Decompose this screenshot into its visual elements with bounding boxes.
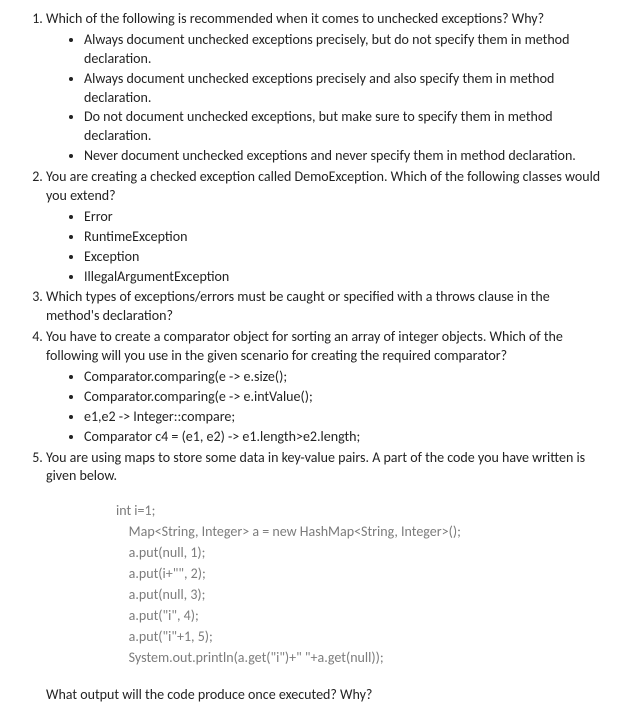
option-item: RuntimeException xyxy=(84,228,601,247)
option-item: Exception xyxy=(84,248,601,267)
option-list: Error RuntimeException Exception Illegal… xyxy=(46,208,601,287)
option-item: Error xyxy=(84,208,601,227)
question-item: You are using maps to store some data in… xyxy=(46,449,601,706)
question-text: You have to create a comparator object f… xyxy=(46,328,563,364)
question-item: Which types of exceptions/errors must be… xyxy=(46,288,601,326)
option-item: e1,e2 -> Integer::compare; xyxy=(84,408,601,427)
option-list: Always document unchecked exceptions pre… xyxy=(46,31,601,166)
option-item: Always document unchecked exceptions pre… xyxy=(84,70,601,108)
option-item: Comparator.comparing(e -> e.size(); xyxy=(84,368,601,387)
follow-up-text: What output will the code produce once e… xyxy=(46,686,601,705)
question-text: Which types of exceptions/errors must be… xyxy=(46,288,550,324)
option-item: Always document unchecked exceptions pre… xyxy=(84,31,601,69)
option-item: Comparator.comparing(e -> e.intValue(); xyxy=(84,388,601,407)
question-list: Which of the following is recommended wh… xyxy=(20,10,601,705)
question-text: You are creating a checked exception cal… xyxy=(46,168,600,204)
option-item: IllegalArgumentException xyxy=(84,268,601,287)
option-list: Comparator.comparing(e -> e.size(); Comp… xyxy=(46,368,601,447)
code-block: int i=1; Map<String, Integer> a = new Ha… xyxy=(116,500,601,668)
question-item: Which of the following is recommended wh… xyxy=(46,10,601,166)
option-item: Comparator c4 = (e1, e2) -> e1.length>e2… xyxy=(84,428,601,447)
question-text: Which of the following is recommended wh… xyxy=(46,10,544,27)
question-item: You are creating a checked exception cal… xyxy=(46,168,601,286)
option-item: Do not document unchecked exceptions, bu… xyxy=(84,108,601,146)
question-text: You are using maps to store some data in… xyxy=(46,449,585,485)
question-item: You have to create a comparator object f… xyxy=(46,328,601,446)
option-item: Never document unchecked exceptions and … xyxy=(84,147,601,166)
